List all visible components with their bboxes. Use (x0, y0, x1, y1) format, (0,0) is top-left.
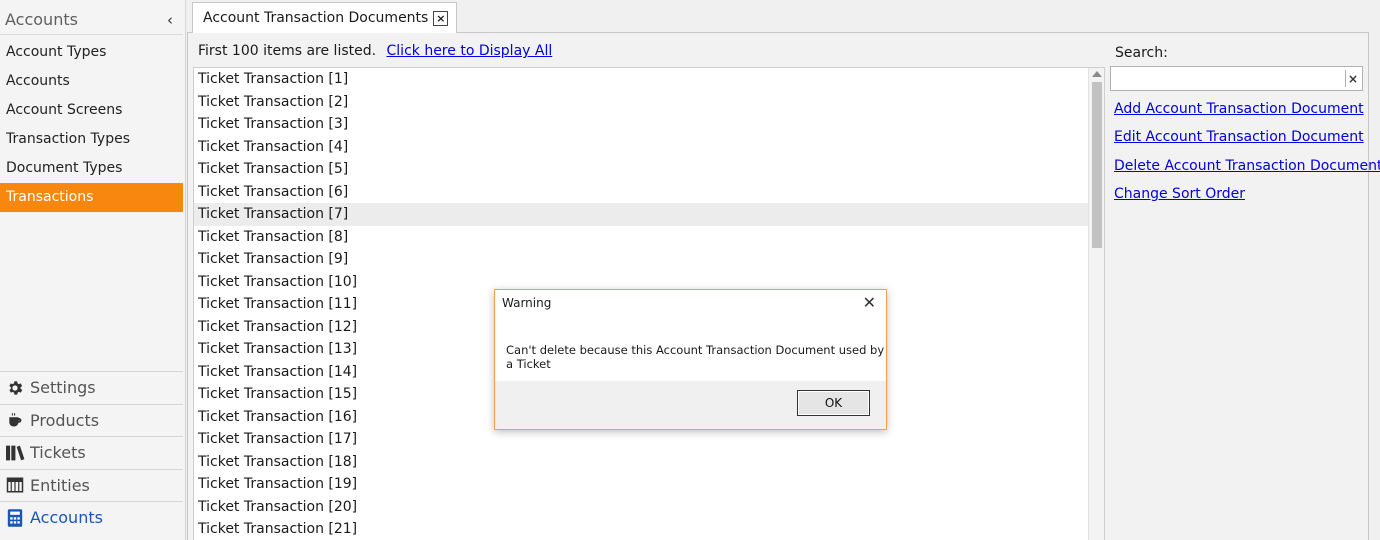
sidebar-item-transactions[interactable]: Transactions (0, 183, 183, 212)
sidebar-item-document-types[interactable]: Document Types (0, 154, 183, 183)
dialog-footer: OK (495, 381, 886, 429)
module-entities[interactable]: Entities (0, 468, 183, 502)
list-item[interactable]: Ticket Transaction [4] (194, 136, 1089, 159)
clear-search-icon[interactable]: × (1345, 70, 1360, 87)
gear-icon (5, 378, 25, 398)
table-grid-icon (5, 475, 25, 495)
list-item[interactable]: Ticket Transaction [20] (194, 496, 1089, 519)
sidebar-header[interactable]: Accounts ‹ (0, 5, 183, 35)
scroll-up-arrow-icon[interactable] (1092, 71, 1102, 77)
dialog-title: Warning (502, 296, 552, 310)
list-item[interactable]: Ticket Transaction [9] (194, 248, 1089, 271)
dialog-message: Can't delete because this Account Transa… (506, 343, 885, 371)
module-label: Entities (30, 475, 90, 495)
sidebar-item-transaction-types[interactable]: Transaction Types (0, 125, 183, 154)
tab-title: Account Transaction Documents (203, 10, 429, 26)
list-item[interactable]: Ticket Transaction [3] (194, 113, 1089, 136)
ok-button[interactable]: OK (797, 390, 870, 416)
sidebar: Accounts ‹ Account Types Accounts Accoun… (0, 0, 186, 540)
books-icon (5, 443, 25, 463)
scrollbar-thumb[interactable] (1092, 82, 1102, 248)
list-item[interactable]: Ticket Transaction [19] (194, 473, 1089, 496)
list-item[interactable]: Ticket Transaction [21] (194, 518, 1089, 540)
module-label: Tickets (30, 443, 86, 463)
chevron-left-icon[interactable]: ‹ (167, 11, 173, 29)
list-item[interactable]: Ticket Transaction [2] (194, 91, 1089, 114)
module-products[interactable]: Products (0, 403, 183, 437)
list-item[interactable]: Ticket Transaction [8] (194, 226, 1089, 249)
add-document-link[interactable]: Add Account Transaction Document (1114, 99, 1380, 127)
close-icon[interactable]: × (433, 10, 449, 26)
module-label: Accounts (30, 508, 103, 528)
module-settings[interactable]: Settings (0, 371, 183, 404)
list-item[interactable]: Ticket Transaction [5] (194, 158, 1089, 181)
action-links: Add Account Transaction Document Edit Ac… (1114, 99, 1380, 212)
sidebar-item-accounts[interactable]: Accounts (0, 67, 183, 96)
sidebar-header-title: Accounts (5, 10, 78, 29)
module-accounts[interactable]: Accounts (0, 501, 183, 534)
calculator-icon (5, 508, 25, 528)
display-all-link[interactable]: Click here to Display All (387, 43, 553, 59)
sidebar-items: Account Types Accounts Account Screens T… (0, 38, 183, 212)
search-label: Search: (1115, 45, 1168, 61)
search-box: × (1110, 66, 1363, 91)
list-count-text: First 100 items are listed. (198, 43, 377, 59)
delete-document-link[interactable]: Delete Account Transaction Document (1114, 156, 1380, 184)
edit-document-link[interactable]: Edit Account Transaction Document (1114, 127, 1380, 155)
document-panel: First 100 items are listed. Click here t… (187, 32, 1380, 540)
change-sort-order-link[interactable]: Change Sort Order (1114, 184, 1380, 212)
module-tickets[interactable]: Tickets (0, 436, 183, 469)
module-label: Settings (30, 378, 96, 398)
list-item[interactable]: Ticket Transaction [17] (194, 428, 1089, 451)
module-label: Products (30, 410, 100, 430)
warning-dialog: Warning ✕ Can't delete because this Acco… (494, 289, 887, 430)
sidebar-item-account-types[interactable]: Account Types (0, 38, 183, 67)
close-icon[interactable]: ✕ (863, 293, 876, 312)
list-item[interactable]: Ticket Transaction [6] (194, 181, 1089, 204)
list-item[interactable]: Ticket Transaction [1] (194, 68, 1089, 91)
module-list: Settings Products Tickets Entities Accou… (0, 371, 183, 534)
list-item[interactable]: Ticket Transaction [7] (194, 203, 1089, 226)
list-item[interactable]: Ticket Transaction [18] (194, 451, 1089, 474)
vertical-scrollbar[interactable] (1088, 68, 1104, 540)
search-input[interactable] (1111, 67, 1341, 90)
coffee-cup-icon (5, 410, 25, 430)
sidebar-item-account-screens[interactable]: Account Screens (0, 96, 183, 125)
tab-account-transaction-documents[interactable]: Account Transaction Documents × (192, 2, 458, 33)
list-caption: First 100 items are listed. Click here t… (198, 43, 552, 59)
